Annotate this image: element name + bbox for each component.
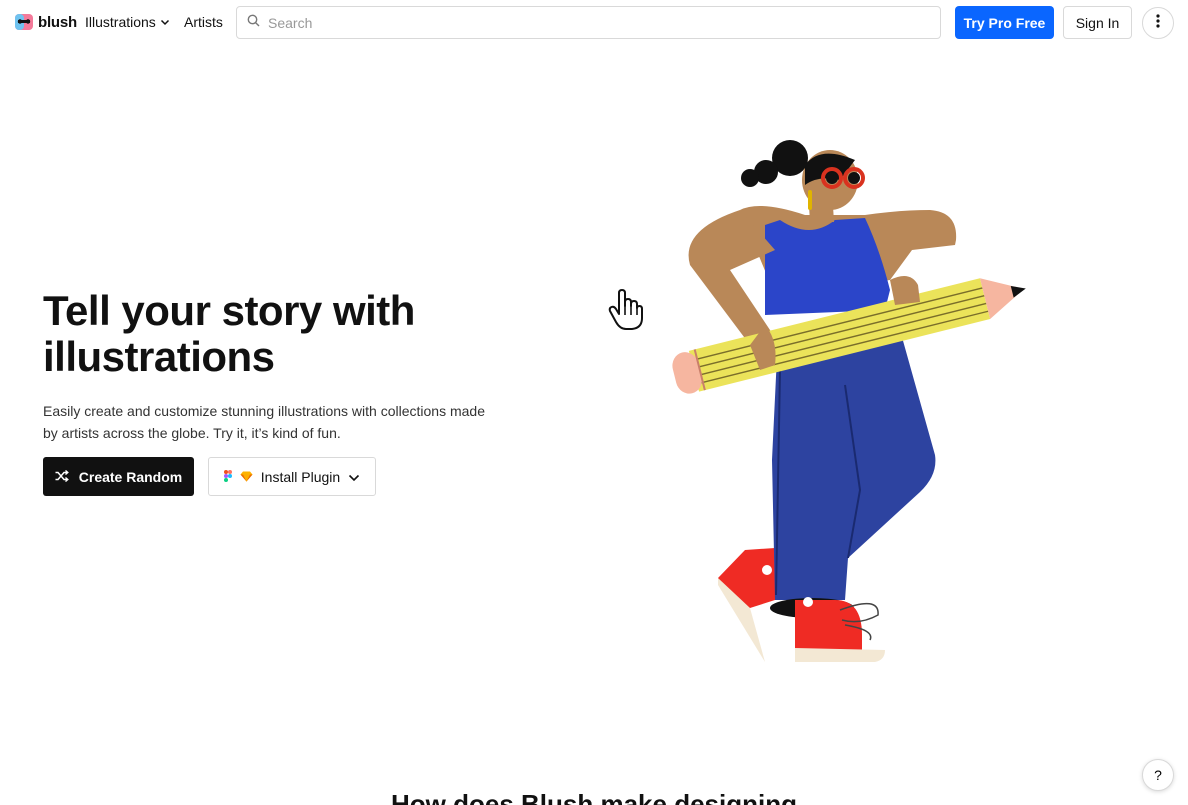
sign-in-button[interactable]: Sign In	[1063, 6, 1132, 39]
install-plugin-dropdown[interactable]: Install Plugin	[208, 457, 376, 496]
chevron-down-icon	[160, 14, 170, 30]
try-pro-free-button[interactable]: Try Pro Free	[955, 6, 1054, 39]
hero-illustration	[600, 130, 1050, 670]
chevron-down-icon	[348, 469, 360, 485]
hero-title: Tell your story with illustrations	[43, 287, 415, 380]
shuffle-icon	[55, 469, 69, 485]
nav-artists-label: Artists	[184, 14, 223, 30]
vertical-dots-icon	[1156, 13, 1160, 33]
create-random-button[interactable]: Create Random	[43, 457, 194, 496]
blush-logo-icon	[14, 12, 34, 32]
figma-icon	[223, 469, 232, 485]
hero-subtitle: Easily create and customize stunning ill…	[43, 403, 485, 441]
search-icon	[247, 14, 260, 32]
nav-artists-link[interactable]: Artists	[184, 14, 223, 30]
create-random-label: Create Random	[78, 468, 183, 485]
sketch-icon	[240, 469, 253, 485]
brand-logo[interactable]: blush	[14, 12, 77, 32]
nav-illustrations-label: Illustrations	[85, 14, 156, 30]
search-input[interactable]	[268, 14, 908, 31]
brand-name: blush	[38, 13, 77, 31]
nav-illustrations-dropdown[interactable]: Illustrations	[85, 14, 170, 30]
top-navbar: blush Illustrations Artists Try Pro Free…	[0, 0, 1188, 46]
install-plugin-label: Install Plugin	[260, 468, 341, 485]
search-bar[interactable]	[236, 6, 941, 39]
more-options-button[interactable]	[1142, 7, 1174, 39]
section-heading: How does Blush make designing	[391, 789, 797, 805]
help-button[interactable]: ?	[1142, 759, 1174, 791]
